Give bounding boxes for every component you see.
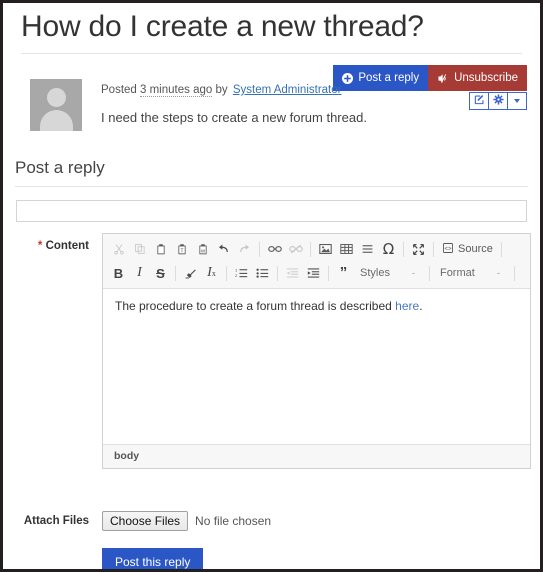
content-label-text: Content	[45, 240, 89, 252]
reply-subject-input[interactable]	[16, 200, 527, 222]
editor-toolbar-row-2: B I S Ix 12 ” Styles - Format -	[108, 261, 528, 285]
remove-format-icon[interactable]	[180, 263, 201, 284]
unlink-icon[interactable]	[285, 239, 306, 260]
format-label: Format	[439, 267, 475, 279]
subscript-icon[interactable]: Ix	[201, 263, 222, 284]
attach-files-label: Attach Files	[23, 515, 89, 527]
post-meta: Posted 3 minutes ago by System Administr…	[101, 82, 367, 98]
toolbar-separator	[403, 241, 404, 257]
post-by-word: by	[215, 84, 228, 96]
copy-icon[interactable]	[129, 239, 150, 260]
choose-files-button[interactable]: Choose Files	[102, 511, 189, 531]
editor-text-after-link: .	[419, 299, 423, 313]
special-character-icon[interactable]: Ω	[378, 239, 399, 260]
post-author-link[interactable]: System Administrator	[233, 84, 342, 96]
avatar	[30, 79, 82, 131]
bulleted-list-icon[interactable]	[252, 263, 273, 284]
numbered-list-icon[interactable]: 12	[231, 263, 252, 284]
toolbar-separator	[433, 241, 434, 257]
post-time-ago[interactable]: 3 minutes ago	[140, 84, 213, 97]
editor-content-area[interactable]: The procedure to create a forum thread i…	[103, 289, 530, 444]
horizontal-rule-icon[interactable]	[357, 239, 378, 260]
source-icon: <>	[442, 242, 454, 257]
styles-dropdown[interactable]: Styles -	[354, 267, 425, 279]
toolbar-separator	[175, 265, 176, 281]
post-body: Posted 3 minutes ago by System Administr…	[101, 79, 367, 131]
increase-indent-icon[interactable]	[303, 263, 324, 284]
svg-text:W: W	[200, 248, 205, 253]
paste-as-plain-text-icon[interactable]: T	[171, 239, 192, 260]
svg-text:2: 2	[235, 273, 238, 278]
styles-label: Styles	[360, 267, 390, 279]
thread-post: Posted 3 minutes ago by System Administr…	[30, 79, 540, 131]
paste-from-word-icon[interactable]: W	[192, 239, 213, 260]
editor-toolbar-row-1: T W Ω <> Source	[108, 237, 528, 261]
format-dropdown[interactable]: Format -	[434, 267, 510, 279]
page-title: How do I create a new thread?	[21, 10, 424, 43]
table-icon[interactable]	[336, 239, 357, 260]
blockquote-icon[interactable]: ”	[333, 263, 354, 284]
reply-section-divider	[15, 186, 528, 187]
toolbar-separator	[500, 241, 502, 257]
editor-element-path[interactable]: body	[103, 444, 530, 468]
maximize-icon[interactable]	[408, 239, 429, 260]
styles-dropdown-arrow: -	[411, 268, 415, 278]
svg-text:1: 1	[235, 267, 238, 272]
title-divider	[21, 53, 522, 54]
redo-icon[interactable]	[234, 239, 255, 260]
rich-text-editor: T W Ω <> Source B I S I x 1 2 ” Styles -…	[102, 233, 531, 469]
avatar-body	[39, 110, 73, 131]
undo-icon[interactable]	[213, 239, 234, 260]
source-label: Source	[458, 243, 493, 255]
post-message: I need the steps to create a new forum t…	[101, 110, 367, 125]
avatar-head	[46, 88, 66, 107]
paste-icon[interactable]	[150, 239, 171, 260]
toolbar-separator	[259, 241, 260, 257]
content-field-row: * Content T W Ω <> Source B I S I x 1 2 …	[3, 233, 540, 469]
toolbar-separator	[310, 241, 311, 257]
toolbar-separator	[428, 265, 430, 281]
image-icon[interactable]	[315, 239, 336, 260]
cut-icon[interactable]	[108, 239, 129, 260]
reply-form	[16, 200, 527, 222]
format-dropdown-arrow: -	[496, 268, 500, 278]
toolbar-separator	[226, 265, 227, 281]
posted-prefix: Posted	[101, 84, 137, 96]
page-root: How do I create a new thread? Post a rep…	[3, 3, 540, 569]
svg-text:<>: <>	[444, 246, 452, 252]
source-button[interactable]: <> Source	[438, 242, 497, 257]
toolbar-separator	[513, 265, 515, 281]
bold-icon[interactable]: B	[108, 263, 129, 284]
italic-icon[interactable]: I	[129, 263, 150, 284]
file-chosen-status: No file chosen	[195, 514, 272, 528]
editor-text-before-link: The procedure to create a forum thread i…	[115, 299, 396, 313]
file-input-control[interactable]: Choose Files No file chosen	[102, 511, 271, 531]
required-marker: *	[37, 240, 43, 252]
strikethrough-icon[interactable]: S	[150, 263, 171, 284]
content-field-label: * Content	[3, 233, 89, 469]
editor-inline-link[interactable]: here	[395, 299, 419, 313]
toolbar-separator	[328, 265, 329, 281]
decrease-indent-icon[interactable]	[282, 263, 303, 284]
editor-toolbar: T W Ω <> Source B I S I x 1 2 ” Styles -…	[103, 234, 530, 289]
link-icon[interactable]	[264, 239, 285, 260]
attach-files-row: Attach Files Choose Files No file chosen	[3, 511, 540, 531]
screenshot-frame: How do I create a new thread? Post a rep…	[0, 0, 543, 572]
toolbar-separator	[277, 265, 278, 281]
post-this-reply-button[interactable]: Post this reply	[102, 548, 204, 569]
reply-section-heading: Post a reply	[15, 158, 105, 177]
submit-row: Post this reply	[3, 548, 540, 569]
